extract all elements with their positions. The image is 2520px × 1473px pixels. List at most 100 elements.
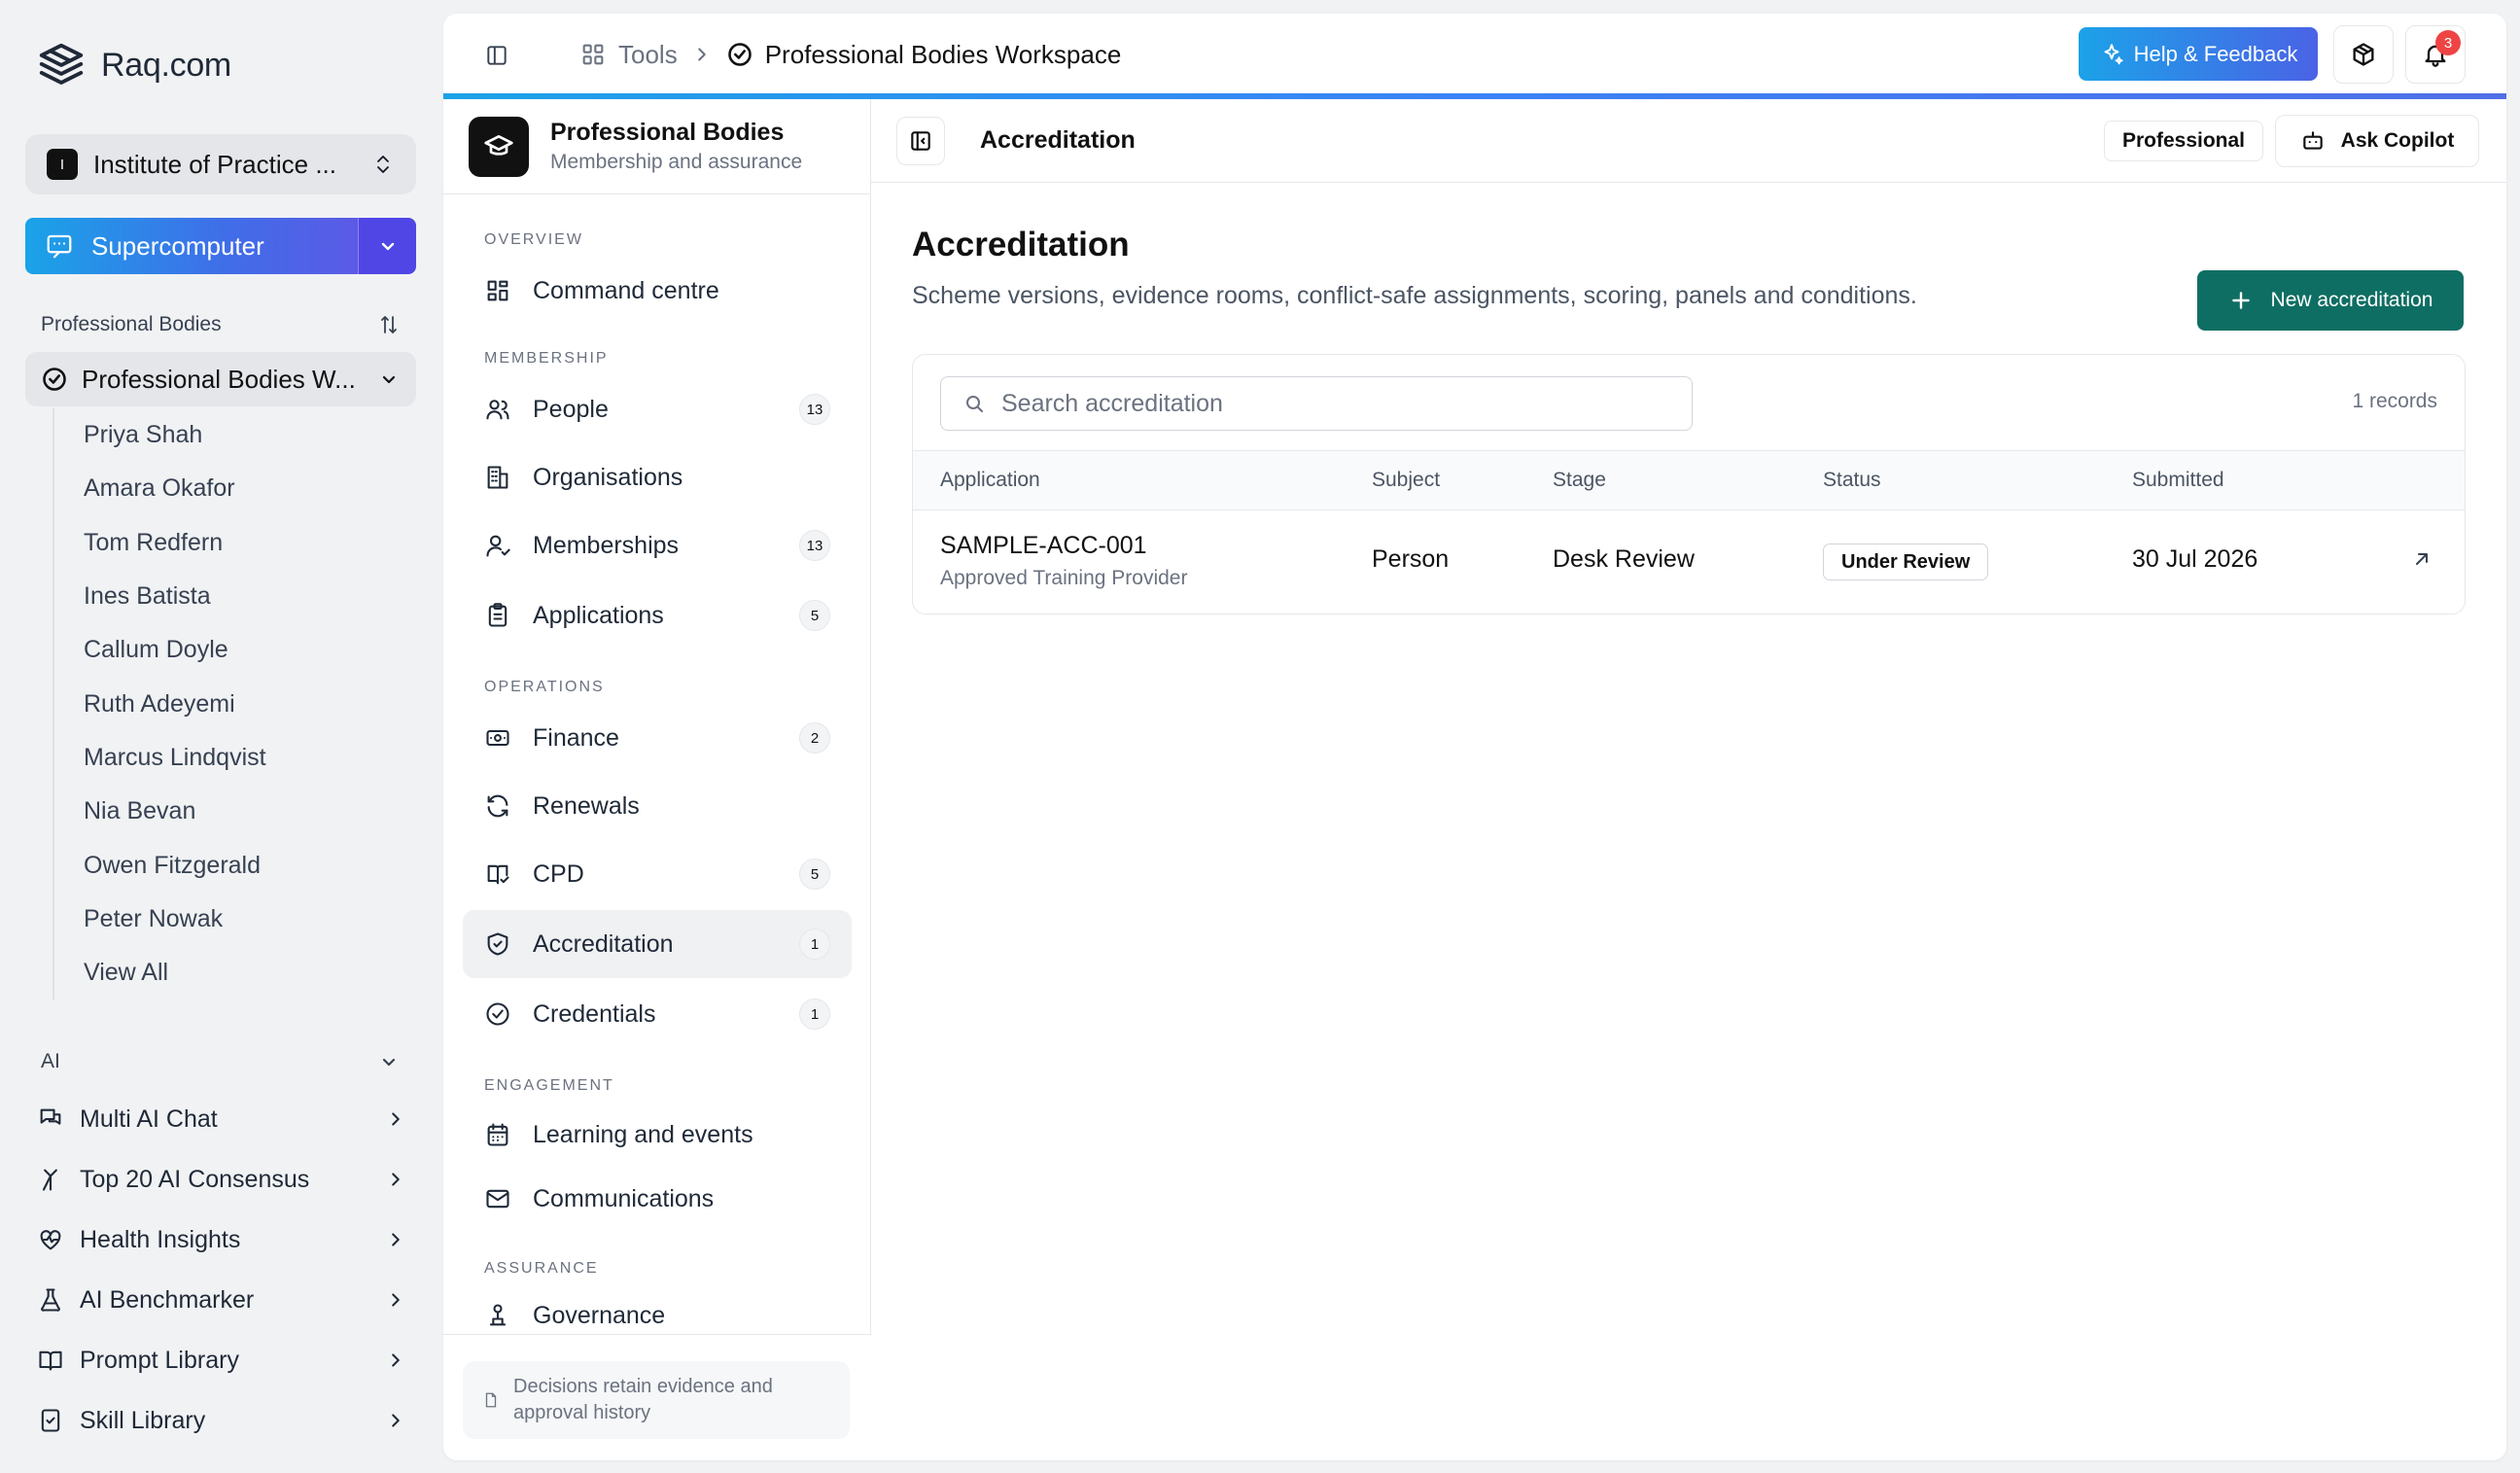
sidebar-item-consensus[interactable]: Top 20 AI Consensus — [37, 1149, 406, 1210]
chevron-right-icon — [691, 44, 713, 65]
nav-item-finance[interactable]: Finance 2 — [463, 704, 852, 772]
section-professional-bodies: Professional Bodies — [41, 313, 401, 336]
brand[interactable]: Raq.com — [35, 39, 231, 91]
nav-item-communications[interactable]: Communications — [463, 1165, 852, 1233]
sparkles-icon — [2099, 42, 2124, 67]
nav-item-memberships[interactable]: Memberships 13 — [463, 511, 852, 579]
sidebar-toggle-icon[interactable] — [484, 43, 509, 68]
footer-note-text: Decisions retain evidence and approval h… — [513, 1376, 773, 1423]
nav-item-learning[interactable]: Learning and events — [463, 1101, 852, 1169]
users-icon — [484, 396, 511, 423]
ai-item-label: Prompt Library — [80, 1346, 239, 1374]
chevron-right-icon — [385, 1289, 406, 1311]
org-switcher[interactable]: I Institute of Practice ... — [25, 134, 416, 194]
sort-icon[interactable] — [377, 313, 401, 336]
ask-copilot-button[interactable]: Ask Copilot — [2275, 115, 2479, 167]
chevron-right-icon — [385, 1410, 406, 1431]
supercomputer-button[interactable]: Supercomputer — [25, 218, 358, 274]
table-row[interactable]: SAMPLE-ACC-001 Approved Training Provide… — [913, 510, 2465, 614]
member-item[interactable]: Marcus Lindqvist — [84, 731, 266, 785]
nav-item-accreditation[interactable]: Accreditation 1 — [463, 910, 852, 978]
view-all-link[interactable]: View All — [84, 946, 266, 1000]
badge-check-icon — [484, 1000, 511, 1028]
content-header-bar: Accreditation Professional Ask Copilot — [871, 99, 2506, 183]
member-item[interactable]: Ruth Adeyemi — [84, 677, 266, 730]
col-submitted[interactable]: Submitted — [2132, 469, 2224, 492]
shield-check-icon — [484, 930, 511, 958]
nav-item-credentials[interactable]: Credentials 1 — [463, 980, 852, 1048]
graduation-cap-icon — [469, 116, 529, 177]
table-header: Application Subject Stage Status Submitt… — [913, 450, 2465, 510]
user-icon — [484, 532, 511, 559]
nav-item-label: Credentials — [533, 1000, 656, 1028]
records-count: 1 records — [2352, 390, 2437, 412]
search-input[interactable] — [1001, 389, 1662, 418]
panel-toggle-button[interactable] — [896, 116, 945, 165]
sidebar-item-skill-library[interactable]: Skill Library — [37, 1390, 406, 1451]
supercomputer-label: Supercomputer — [91, 230, 264, 261]
member-item[interactable]: Peter Nowak — [84, 893, 266, 946]
nav-item-label: Learning and events — [533, 1120, 753, 1148]
nav-item-organisations[interactable]: Organisations — [463, 443, 852, 511]
search-icon — [962, 392, 986, 415]
nav-group-membership: MEMBERSHIP — [484, 350, 609, 367]
member-item[interactable]: Ines Batista — [84, 570, 266, 623]
application-type: Approved Training Provider — [940, 567, 1188, 589]
open-external-icon[interactable] — [2410, 547, 2433, 571]
member-item[interactable]: Callum Doyle — [84, 623, 266, 677]
nav-item-applications[interactable]: Applications 5 — [463, 581, 852, 649]
section-title: AI — [41, 1050, 60, 1072]
plan-badge[interactable]: Professional — [2104, 121, 2263, 161]
section-title: Professional Bodies — [41, 313, 222, 335]
search-box — [940, 376, 1693, 431]
col-subject[interactable]: Subject — [1372, 469, 1440, 492]
col-status[interactable]: Status — [1823, 469, 1881, 492]
chevron-down-icon — [377, 368, 401, 391]
nav-item-renewals[interactable]: Renewals — [463, 772, 852, 840]
subject-cell: Person — [1372, 545, 1450, 573]
section-ai[interactable]: AI — [41, 1050, 401, 1073]
col-stage[interactable]: Stage — [1553, 469, 1606, 492]
application-id[interactable]: SAMPLE-ACC-001 — [940, 532, 1147, 560]
nav-item-people[interactable]: People 13 — [463, 375, 852, 443]
org-initial: I — [47, 149, 78, 180]
nav-item-label: Accreditation — [533, 929, 674, 958]
nav-item-cpd[interactable]: CPD 5 — [463, 840, 852, 908]
nav-item-label: Governance — [533, 1301, 666, 1329]
notifications-button[interactable]: 3 — [2405, 25, 2466, 84]
member-item[interactable]: Nia Bevan — [84, 785, 266, 838]
sidebar-item-multi-ai-chat[interactable]: Multi AI Chat — [37, 1089, 406, 1149]
member-item[interactable]: Owen Fitzgerald — [84, 838, 266, 892]
heart-pulse-icon — [37, 1226, 64, 1253]
mail-icon — [484, 1185, 511, 1212]
member-item[interactable]: Amara Okafor — [84, 462, 266, 515]
chevron-down-icon — [377, 1050, 401, 1073]
package-button[interactable] — [2333, 25, 2394, 84]
breadcrumb-current-label: Professional Bodies Workspace — [764, 39, 1122, 69]
sidebar-item-workspace[interactable]: Professional Bodies W... — [25, 352, 416, 406]
member-item[interactable]: Tom Redfern — [84, 516, 266, 570]
building-icon — [484, 464, 511, 491]
ai-list: Multi AI Chat Top 20 AI Consensus Health… — [37, 1089, 406, 1451]
submitted-cell: 30 Jul 2026 — [2132, 545, 2258, 573]
sidebar-item-benchmarker[interactable]: AI Benchmarker — [37, 1270, 406, 1330]
sidebar-item-health-insights[interactable]: Health Insights — [37, 1210, 406, 1270]
merge-icon — [37, 1166, 64, 1193]
count-badge: 5 — [799, 600, 830, 631]
nav-item-label: CPD — [533, 859, 584, 888]
supercomputer-dropdown-button[interactable] — [358, 218, 416, 274]
member-item[interactable]: Priya Shah — [84, 408, 266, 462]
sidebar-item-prompt-library[interactable]: Prompt Library — [37, 1330, 406, 1390]
nav-item-command-centre[interactable]: Command centre — [463, 257, 852, 325]
help-feedback-label: Help & Feedback — [2133, 41, 2298, 66]
clipboard-icon — [484, 602, 511, 629]
brand-name: Raq.com — [101, 46, 231, 84]
new-accreditation-button[interactable]: New accreditation — [2197, 270, 2464, 331]
col-application[interactable]: Application — [940, 469, 1040, 492]
content-bar-title: Accreditation — [980, 126, 1136, 154]
page-description: Scheme versions, evidence rooms, conflic… — [912, 282, 1917, 309]
check-circle-icon — [726, 41, 753, 68]
help-feedback-button[interactable]: Help & Feedback — [2079, 27, 2318, 81]
nav-item-label: Renewals — [533, 791, 640, 820]
breadcrumb-tools[interactable]: Tools — [579, 40, 678, 70]
